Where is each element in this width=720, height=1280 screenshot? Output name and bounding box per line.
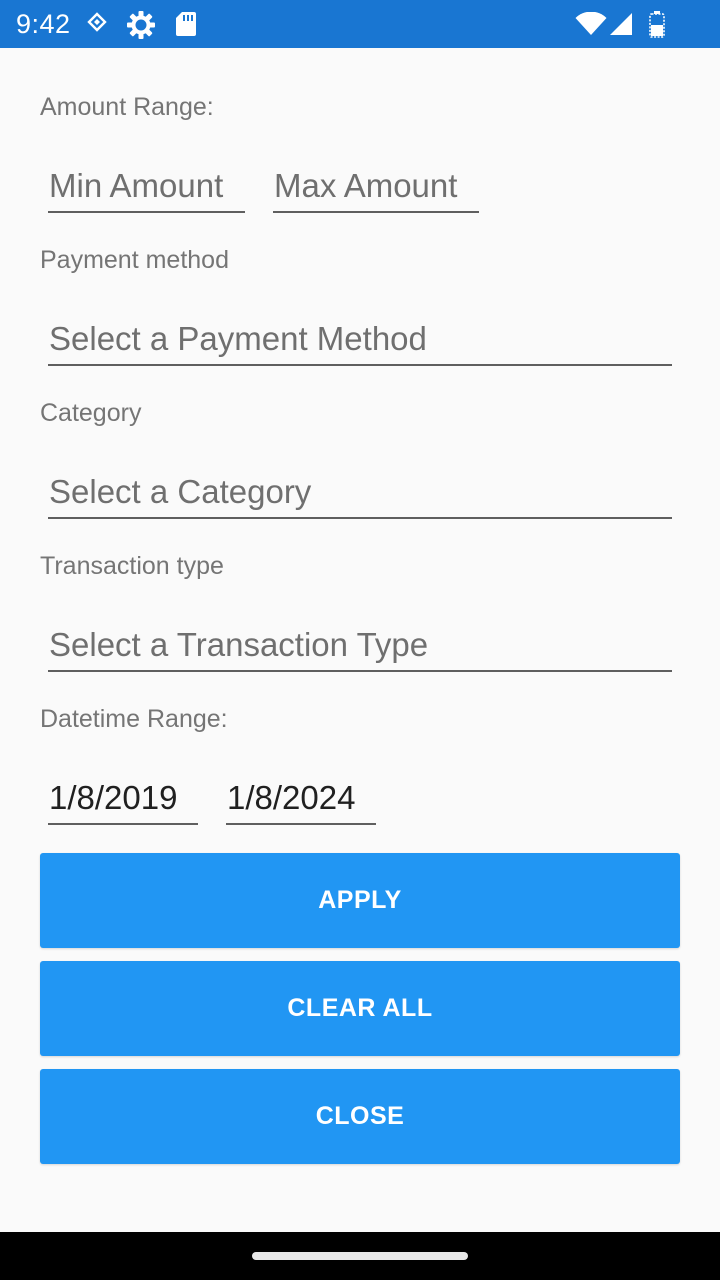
home-gesture-handle[interactable]	[252, 1252, 468, 1260]
end-date-value: 1/8/2024	[227, 779, 356, 816]
payment-method-label: Payment method	[40, 246, 229, 274]
start-date-value: 1/8/2019	[49, 779, 178, 816]
transaction-type-placeholder: Select a Transaction Type	[49, 626, 429, 663]
navigation-bar	[0, 1232, 720, 1280]
clear-all-button[interactable]: CLEAR ALL	[40, 961, 680, 1056]
cell-signal-icon	[610, 13, 632, 35]
filter-form: Amount Range: Min Amount Max Amount Paym…	[0, 48, 720, 1232]
payment-method-picker[interactable]: Select a Payment Method	[48, 318, 672, 366]
settings-gear-icon	[127, 11, 155, 39]
battery-icon	[649, 11, 665, 38]
transaction-type-picker[interactable]: Select a Transaction Type	[48, 624, 672, 672]
clear-all-button-label: CLEAR ALL	[287, 994, 433, 1022]
category-placeholder: Select a Category	[49, 473, 312, 510]
wifi-icon	[575, 12, 607, 35]
end-date-picker[interactable]: 1/8/2024	[226, 777, 376, 825]
min-amount-placeholder: Min Amount	[49, 167, 224, 204]
min-amount-input[interactable]: Min Amount	[48, 165, 245, 213]
status-bar: 9:42	[0, 0, 720, 48]
close-button-label: CLOSE	[315, 1102, 405, 1130]
category-label: Category	[40, 399, 142, 427]
status-time: 9:42	[16, 9, 71, 39]
data-saver-icon	[87, 12, 107, 32]
category-picker[interactable]: Select a Category	[48, 471, 672, 519]
amount-range-label: Amount Range:	[40, 93, 214, 121]
start-date-picker[interactable]: 1/8/2019	[48, 777, 198, 825]
transaction-type-label: Transaction type	[40, 552, 224, 580]
apply-button-label: APPLY	[318, 886, 402, 914]
sd-card-icon	[176, 12, 196, 36]
apply-button[interactable]: APPLY	[40, 853, 680, 948]
max-amount-input[interactable]: Max Amount	[273, 165, 479, 213]
max-amount-placeholder: Max Amount	[274, 167, 458, 204]
close-button[interactable]: CLOSE	[40, 1069, 680, 1164]
datetime-range-label: Datetime Range:	[40, 705, 228, 733]
payment-method-placeholder: Select a Payment Method	[49, 320, 427, 357]
